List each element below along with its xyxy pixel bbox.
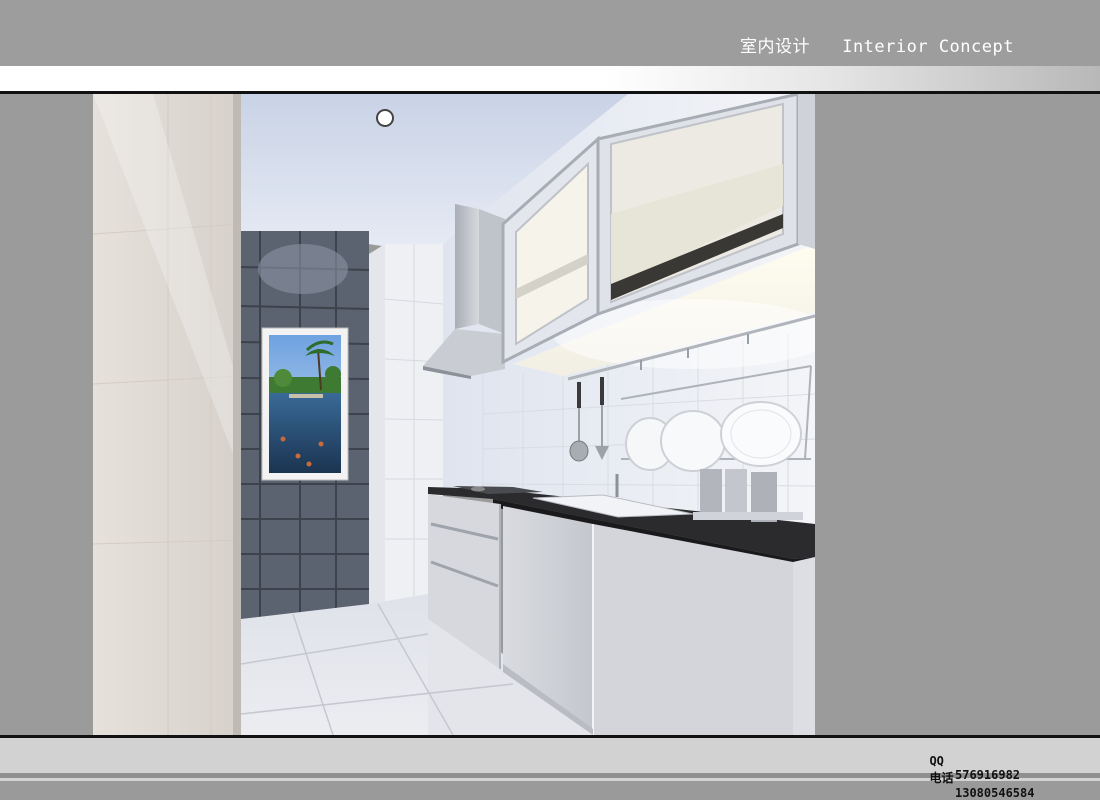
right-margin-panel (815, 94, 1100, 735)
header-light-band (0, 66, 1100, 93)
phone-value: 13080546584 (955, 786, 1035, 800)
qq-value: 576916982 (955, 768, 1021, 782)
left-margin-panel (0, 94, 93, 735)
phone-label: 电话 (929, 771, 954, 785)
header-bar: 室内设计 Interior Concept (0, 0, 1100, 66)
kitchen-render-image (93, 94, 815, 735)
header-title: 室内设计 Interior Concept (740, 37, 1014, 57)
